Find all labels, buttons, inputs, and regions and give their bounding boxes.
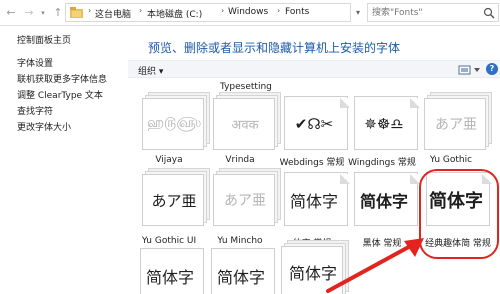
font-tile-yu-gothic[interactable]: あア亜 <box>424 92 496 154</box>
font-sample: 简体字 <box>359 192 408 211</box>
breadcrumb-separator-icon: › <box>88 6 92 15</box>
breadcrumb-separator-icon: › <box>277 6 281 15</box>
font-tile[interactable]: 简体字 <box>209 244 281 294</box>
font-caption-yu-gothic: Yu Gothic <box>429 155 473 165</box>
font-tile-vijaya[interactable]: ஹ௫௵ <box>142 92 214 154</box>
organize-button[interactable]: 组织 ▾ <box>138 64 163 77</box>
sidebar-get-font-info-online[interactable]: 联机获取更多字体信息 <box>17 72 107 85</box>
command-bar: 组织 ▾ ? <box>128 60 500 78</box>
font-sample: 简体字 <box>145 268 194 287</box>
sidebar-adjust-cleartype[interactable]: 调整 ClearType 文本 <box>17 88 103 101</box>
sidebar-font-settings[interactable]: 字体设置 <box>17 56 53 69</box>
font-sample: 简体字 <box>289 192 338 211</box>
breadcrumb-fonts[interactable]: Fonts <box>285 7 309 17</box>
help-icon[interactable]: ? <box>486 63 498 75</box>
font-sample: ✔☊✂ <box>294 115 334 133</box>
font-tile-yu-gothic-ui[interactable]: あア亜 <box>142 168 214 230</box>
font-sample: ✵☸♎ <box>364 115 404 133</box>
breadcrumb-this-pc[interactable]: 这台电脑 <box>95 7 131 20</box>
font-tile-webdings[interactable]: ✔☊✂ <box>282 92 354 154</box>
font-sample: ஹ௫௵ <box>146 115 202 131</box>
recent-locations-chevron-icon[interactable]: ▾ <box>38 5 48 21</box>
forward-arrow-icon[interactable]: → <box>21 5 37 21</box>
sidebar-control-panel-home[interactable]: 控制面板主页 <box>17 33 71 46</box>
up-arrow-icon[interactable]: ↑ <box>50 5 66 21</box>
address-bar[interactable]: › 这台电脑 › 本地磁盘 (C:) › Windows › Fonts <box>65 3 351 22</box>
folder-icon <box>70 7 83 18</box>
sidebar-change-font-size[interactable]: 更改字体大小 <box>17 120 71 133</box>
font-tile-vrinda[interactable]: अवक <box>213 92 285 154</box>
search-box[interactable] <box>367 3 499 22</box>
address-history-chevron-icon[interactable]: ▾ <box>356 5 366 21</box>
font-tile[interactable]: 简体字 <box>138 244 210 294</box>
font-sample: あア亜 <box>151 191 197 210</box>
font-sample: 简体字 <box>216 268 265 287</box>
sidebar: 控制面板主页 字体设置 联机获取更多字体信息 调整 ClearType 文本 查… <box>0 27 116 294</box>
font-sample: अवक <box>231 118 259 133</box>
font-tile-yu-mincho[interactable]: あア亜 <box>213 168 285 230</box>
font-sample: あア亜 <box>224 193 266 209</box>
breadcrumb-separator-icon: › <box>139 6 143 15</box>
breadcrumb-windows[interactable]: Windows <box>228 7 268 17</box>
font-tile-heiti[interactable]: 简体字 <box>352 168 424 230</box>
sidebar-find-character[interactable]: 查找字符 <box>17 104 53 117</box>
annotation-arrow-icon <box>326 238 424 293</box>
address-toolbar: ← → ▾ ↑ › 这台电脑 › 本地磁盘 (C:) › Windows › F… <box>0 0 500 26</box>
font-tile-fangsong[interactable]: 简体字 <box>282 168 354 230</box>
font-tile-wingdings[interactable]: ✵☸♎ <box>352 92 424 154</box>
view-options-icon[interactable] <box>458 64 484 76</box>
breadcrumb-separator-icon: › <box>221 6 225 15</box>
font-sample: あア亜 <box>435 117 477 133</box>
highlight-circle <box>419 169 499 259</box>
page-title: 预览、删除或者显示和隐藏计算机上安装的字体 <box>148 41 401 55</box>
back-arrow-icon[interactable]: ← <box>3 5 19 21</box>
search-icon[interactable] <box>483 7 495 19</box>
font-name-label: Typesetting <box>220 82 272 92</box>
breadcrumb-local-disk[interactable]: 本地磁盘 (C:) <box>147 7 202 20</box>
search-input[interactable] <box>372 6 484 19</box>
